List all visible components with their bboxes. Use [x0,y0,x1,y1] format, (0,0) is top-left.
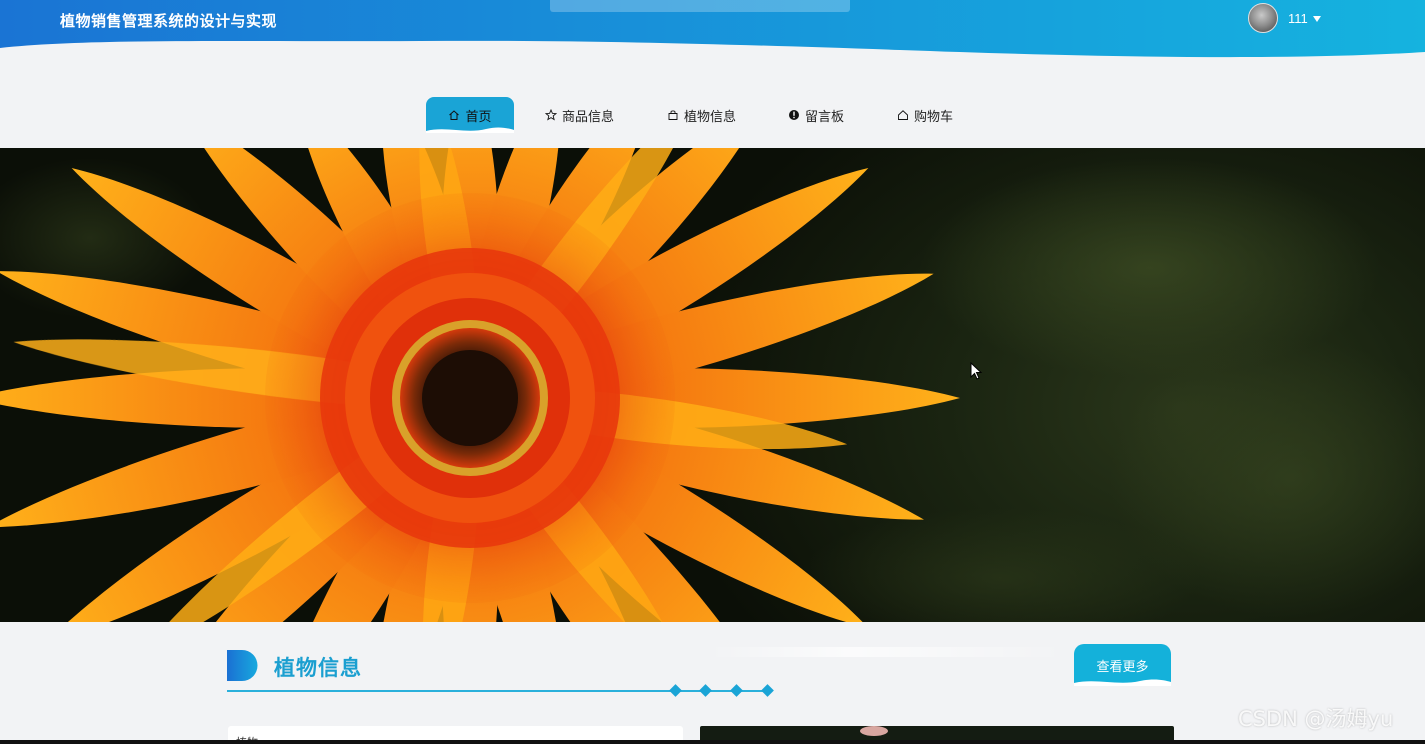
view-more-button[interactable]: 查看更多 [1074,644,1171,686]
page: 植物销售管理系统的设计与实现 111 首页 商品信息 植物信息 留言板 购物车 … [0,0,1425,744]
top-search-bar[interactable] [550,0,850,12]
diamond-icon [761,684,774,697]
nav-item-plants[interactable]: 植物信息 [667,97,736,133]
section-title: 植物信息 [274,656,362,680]
caret-down-icon[interactable] [1312,15,1321,22]
button-wave-decoration [1074,679,1171,686]
section-decoration-bar [707,647,1067,657]
nav-item-home[interactable]: 首页 [426,97,514,133]
nav-item-label: 首页 [465,109,492,125]
star-icon [545,109,557,121]
home-icon [449,110,460,120]
main-nav: 首页 商品信息 植物信息 留言板 购物车 [0,97,1425,133]
mouse-cursor-icon [970,362,983,380]
nav-item-label: 留言板 [805,109,845,125]
home-outline-icon [898,110,908,120]
watermark-text: CSDN @汤姆yu [1238,707,1394,731]
nav-item-label: 购物车 [914,109,954,125]
nav-item-cart[interactable]: 购物车 [897,97,953,133]
site-title: 植物销售管理系统的设计与实现 [60,12,278,30]
nav-item-message-board[interactable]: 留言板 [788,97,844,133]
avatar[interactable] [1248,3,1278,33]
nav-wave-decoration [426,127,514,133]
gerbera-flower-image [0,148,1425,622]
section-divider [227,690,772,692]
exclamation-circle-icon [789,110,799,120]
bottom-edge [0,740,1425,744]
nav-item-label: 植物信息 [684,109,737,125]
flower-thumbnail-image [860,726,888,736]
diamond-icon [730,684,743,697]
user-name[interactable]: 111 [1288,11,1308,26]
user-menu[interactable]: 111 [1248,3,1321,33]
diamond-icon [699,684,712,697]
diamond-icon [669,684,682,697]
view-more-label: 查看更多 [1096,659,1149,675]
nav-item-label: 商品信息 [562,109,615,125]
header: 植物销售管理系统的设计与实现 111 [0,0,1425,62]
section-marker-icon [227,650,258,681]
bag-icon [668,110,678,120]
hero-banner[interactable] [0,148,1425,622]
nav-item-products[interactable]: 商品信息 [545,97,614,133]
